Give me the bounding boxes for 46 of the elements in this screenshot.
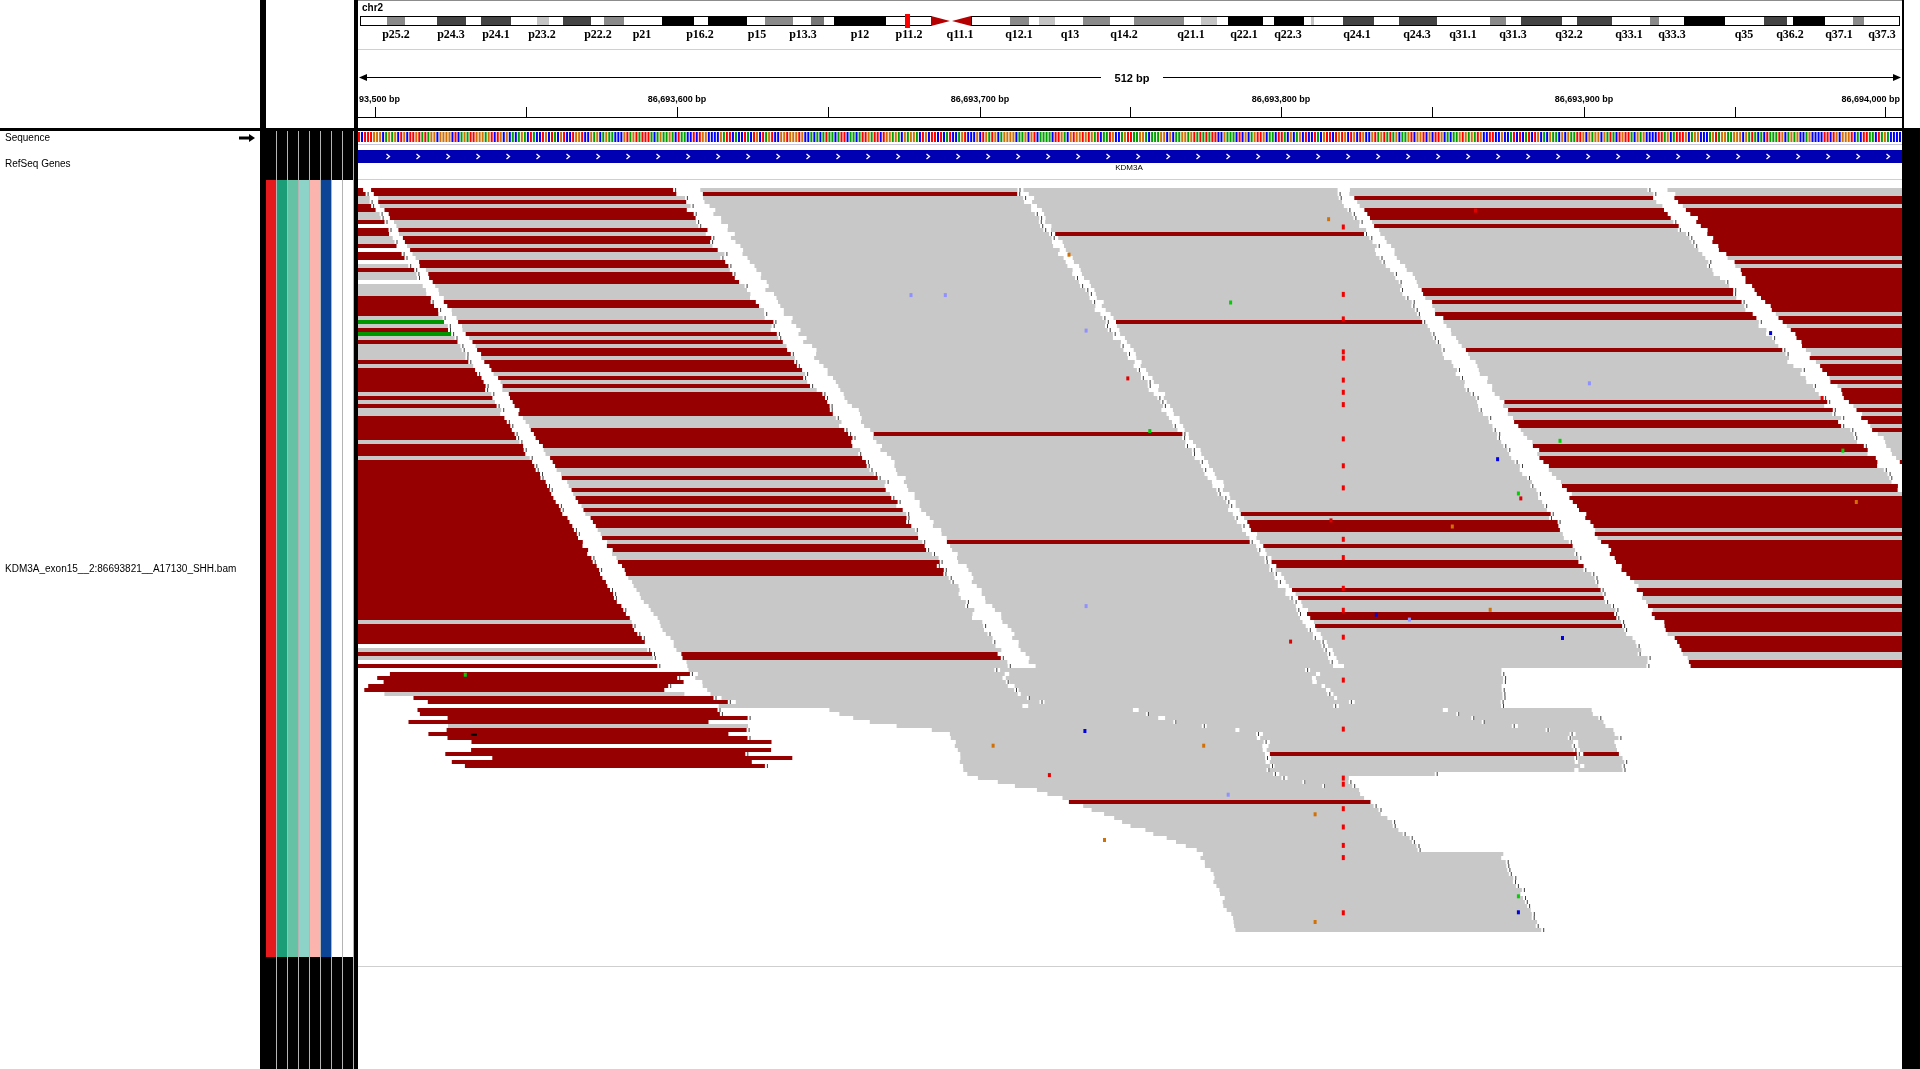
chromosome-label: chr2 xyxy=(362,2,384,13)
gene-feature[interactable] xyxy=(358,150,1902,163)
cytoband-label: p22.2 xyxy=(584,26,612,41)
gene-name-label: KDM3A xyxy=(1115,162,1143,172)
track-name-label: Sequence xyxy=(4,132,51,144)
ruler-tick-label: 86,693,700 bp xyxy=(950,93,1010,104)
span-length-label: 512 bp xyxy=(1114,71,1150,84)
cytoband-label: q13 xyxy=(1060,26,1080,41)
cytoband-label: q31.1 xyxy=(1449,26,1477,41)
cytoband-label: p25.2 xyxy=(382,26,410,41)
cytoband-label: p12 xyxy=(850,26,870,41)
ruler-tick-label: 86,694,000 bp xyxy=(1841,93,1900,104)
cytoband-label: q37.3 xyxy=(1868,26,1896,41)
ruler-tick-label: 86,693,600 bp xyxy=(647,93,707,104)
cytoband-label: q33.1 xyxy=(1615,26,1643,41)
cytoband-label: q24.3 xyxy=(1403,26,1431,41)
cytoband-label: p23.2 xyxy=(528,26,556,41)
cytoband-label: p15 xyxy=(747,26,767,41)
track-name-label: RefSeq Genes xyxy=(4,158,71,170)
cytoband-label: q24.1 xyxy=(1343,26,1371,41)
cytoband-label: p24.1 xyxy=(482,26,510,41)
cytoband-label: q22.1 xyxy=(1230,26,1258,41)
cytoband-label: q22.3 xyxy=(1274,26,1302,41)
cytoband-label: q33.3 xyxy=(1658,26,1686,41)
cytoband-label: p24.3 xyxy=(437,26,465,41)
cytoband-label: q36.2 xyxy=(1776,26,1804,41)
cytoband-label: p13.3 xyxy=(789,26,817,41)
scrollbar-track[interactable] xyxy=(1904,128,1920,1069)
cytoband-label: q12.1 xyxy=(1005,26,1033,41)
cytoband-label: q35 xyxy=(1734,26,1754,41)
ruler-tick-label: 86,693,900 bp xyxy=(1554,93,1614,104)
cytoband-label: q32.2 xyxy=(1555,26,1583,41)
track-name-label: KDM3A_exon15__2:86693821__A17130_SHH.bam xyxy=(4,563,237,575)
cytoband-label: q21.1 xyxy=(1177,26,1205,41)
chromosome-ideogram[interactable] xyxy=(360,16,1900,26)
cytoband-label: q31.3 xyxy=(1499,26,1527,41)
cytoband-label: p21 xyxy=(632,26,652,41)
cytoband-label: q14.2 xyxy=(1110,26,1138,41)
cytoband-label: q37.1 xyxy=(1825,26,1853,41)
right-arrow-icon[interactable] xyxy=(239,134,255,142)
cytoband-label: p16.2 xyxy=(686,26,714,41)
current-region-marker xyxy=(905,14,910,28)
ruler-tick-label: 93,500 bp xyxy=(359,93,401,104)
ruler-tick-label: 86,693,800 bp xyxy=(1251,93,1311,104)
cytoband-label: p11.2 xyxy=(895,26,923,41)
cytoband-label: q11.1 xyxy=(946,26,974,41)
